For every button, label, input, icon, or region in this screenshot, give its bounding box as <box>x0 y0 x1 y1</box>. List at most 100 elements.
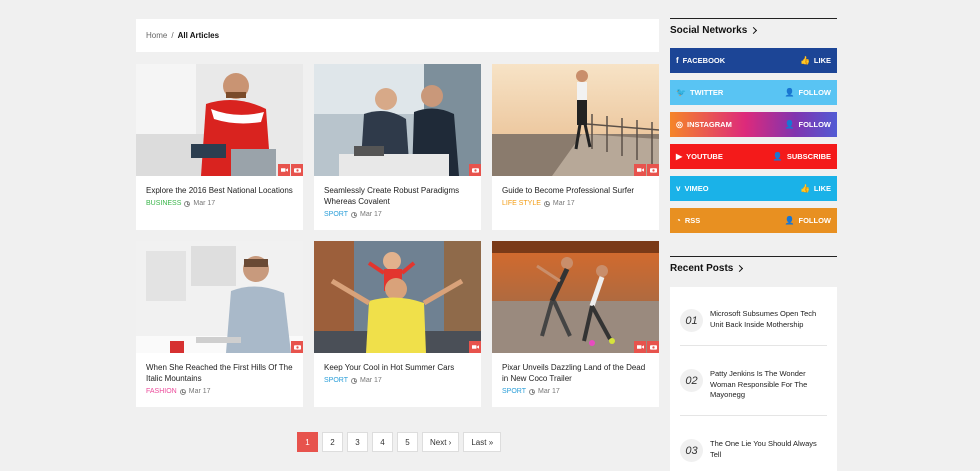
recent-post-number: 02 <box>680 369 703 392</box>
social-facebook-button[interactable]: f FACEBOOK 👍 LIKE <box>670 48 837 73</box>
social-instagram-button[interactable]: ◎ INSTAGRAM 👤 FOLLOW <box>670 112 837 137</box>
article-date: Mar 17 <box>538 388 560 395</box>
vimeo-icon: v <box>676 183 681 193</box>
social-action: FOLLOW <box>798 88 832 97</box>
pagination: 1 2 3 4 5 Next › Last » <box>297 432 502 452</box>
social-vimeo-button[interactable]: v VIMEO 👍 LIKE <box>670 176 837 201</box>
recent-post-number: 03 <box>680 439 703 462</box>
social-name: VIMEO <box>684 184 709 193</box>
article-date: Mar 17 <box>360 377 382 384</box>
social-twitter-button[interactable]: 🐦 TWITTER 👤 FOLLOW <box>670 80 837 105</box>
article-card[interactable]: Explore the 2016 Best National Locations… <box>136 64 303 230</box>
article-category[interactable]: SPORT <box>502 388 526 395</box>
social-action: LIKE <box>813 184 831 193</box>
page-5-button[interactable]: 5 <box>397 432 418 452</box>
page-1-button[interactable]: 1 <box>297 432 318 452</box>
article-card[interactable]: Seamlessly Create Robust Paradigms Where… <box>314 64 481 230</box>
user-plus-icon: 👤 <box>772 151 783 161</box>
recent-post-title[interactable]: Patty Jenkins Is The Wonder Woman Respon… <box>710 369 827 401</box>
clock-icon <box>543 200 550 207</box>
article-title[interactable]: Seamlessly Create Robust Paradigms Where… <box>324 185 471 207</box>
article-category[interactable]: LIFE STYLE <box>502 200 541 207</box>
recent-posts-list: 01 Microsoft Subsumes Open Tech Unit Bac… <box>670 287 837 471</box>
camera-icon <box>291 341 303 353</box>
social-name: FACEBOOK <box>682 56 726 65</box>
article-card[interactable]: Keep Your Cool in Hot Summer Cars SPORT … <box>314 241 481 407</box>
chevron-right-icon <box>750 26 758 35</box>
article-date: Mar 17 <box>360 211 382 218</box>
camera-icon <box>647 341 659 353</box>
recent-post-title[interactable]: Microsoft Subsumes Open Tech Unit Back I… <box>710 309 827 330</box>
page-4-button[interactable]: 4 <box>372 432 393 452</box>
article-image[interactable] <box>136 64 303 176</box>
social-action: FOLLOW <box>798 120 832 129</box>
article-image[interactable] <box>492 64 659 176</box>
article-card[interactable]: Guide to Become Professional Surfer LIFE… <box>492 64 659 230</box>
article-title[interactable]: When She Reached the First Hills Of The … <box>146 362 293 384</box>
recent-posts-heading[interactable]: Recent Posts <box>670 256 837 274</box>
clock-icon <box>351 211 357 218</box>
next-page-button[interactable]: Next › <box>422 432 460 452</box>
user-plus-icon: 👤 <box>784 215 795 225</box>
camera-icon <box>291 164 303 176</box>
user-plus-icon: 👤 <box>784 87 795 97</box>
chevron-right-icon <box>736 264 744 273</box>
article-card[interactable]: When She Reached the First Hills Of The … <box>136 241 303 407</box>
breadcrumb-current: All Articles <box>177 31 220 40</box>
article-image[interactable] <box>314 64 481 176</box>
breadcrumb-home-link[interactable]: Home <box>146 31 167 40</box>
divider <box>680 345 827 346</box>
breadcrumb: Home / All Articles <box>136 19 659 52</box>
recent-post-item[interactable]: 03 The One Lie You Should Always Tell <box>680 439 827 462</box>
social-action: LIKE <box>813 56 831 65</box>
rss-icon: ◔ <box>676 215 681 225</box>
article-title[interactable]: Keep Your Cool in Hot Summer Cars <box>324 362 471 373</box>
social-name: TWITTER <box>689 88 724 97</box>
article-category[interactable]: BUSINESS <box>146 200 181 207</box>
article-title[interactable]: Explore the 2016 Best National Locations <box>146 185 293 196</box>
last-page-button[interactable]: Last » <box>463 432 502 452</box>
social-action: SUBSCRIBE <box>786 152 831 161</box>
video-icon <box>469 341 481 353</box>
camera-icon <box>469 164 481 176</box>
article-category[interactable]: SPORT <box>324 211 348 218</box>
article-title[interactable]: Pixar Unveils Dazzling Land of the Dead … <box>502 362 649 384</box>
instagram-icon: ◎ <box>676 119 683 129</box>
page-3-button[interactable]: 3 <box>347 432 368 452</box>
social-action: FOLLOW <box>798 216 832 225</box>
article-title[interactable]: Guide to Become Professional Surfer <box>502 185 649 196</box>
recent-post-item[interactable]: 02 Patty Jenkins Is The Wonder Woman Res… <box>680 369 827 401</box>
article-image[interactable] <box>492 241 659 353</box>
social-networks-heading[interactable]: Social Networks <box>670 18 837 36</box>
social-networks-title: Social Networks <box>670 25 748 36</box>
youtube-icon: ▶ <box>676 151 683 161</box>
recent-post-title[interactable]: The One Lie You Should Always Tell <box>710 439 827 460</box>
thumbs-up-icon: 👍 <box>799 55 810 65</box>
video-icon <box>634 341 646 353</box>
clock-icon <box>179 388 186 395</box>
article-date: Mar 17 <box>193 200 216 207</box>
article-image[interactable] <box>314 241 481 353</box>
social-name: INSTAGRAM <box>686 120 732 129</box>
divider <box>680 415 827 416</box>
recent-post-number: 01 <box>680 309 703 332</box>
article-image[interactable] <box>136 241 303 353</box>
twitter-icon: 🐦 <box>676 87 686 97</box>
thumbs-up-icon: 👍 <box>799 183 810 193</box>
article-card[interactable]: Pixar Unveils Dazzling Land of the Dead … <box>492 241 659 407</box>
user-plus-icon: 👤 <box>784 119 795 129</box>
social-youtube-button[interactable]: ▶ YOUTUBE 👤 SUBSCRIBE <box>670 144 837 169</box>
article-category[interactable]: SPORT <box>324 377 348 384</box>
article-category[interactable]: FASHION <box>146 388 177 395</box>
breadcrumb-separator: / <box>171 31 174 40</box>
video-icon <box>278 164 290 176</box>
video-icon <box>634 164 646 176</box>
social-rss-button[interactable]: ◔ RSS 👤 FOLLOW <box>670 208 837 233</box>
recent-post-item[interactable]: 01 Microsoft Subsumes Open Tech Unit Bac… <box>680 309 827 332</box>
social-name: RSS <box>684 216 701 225</box>
recent-posts-title: Recent Posts <box>670 263 734 274</box>
page-2-button[interactable]: 2 <box>322 432 343 452</box>
facebook-icon: f <box>676 55 679 65</box>
clock-icon <box>529 388 535 395</box>
article-date: Mar 17 <box>188 388 211 395</box>
